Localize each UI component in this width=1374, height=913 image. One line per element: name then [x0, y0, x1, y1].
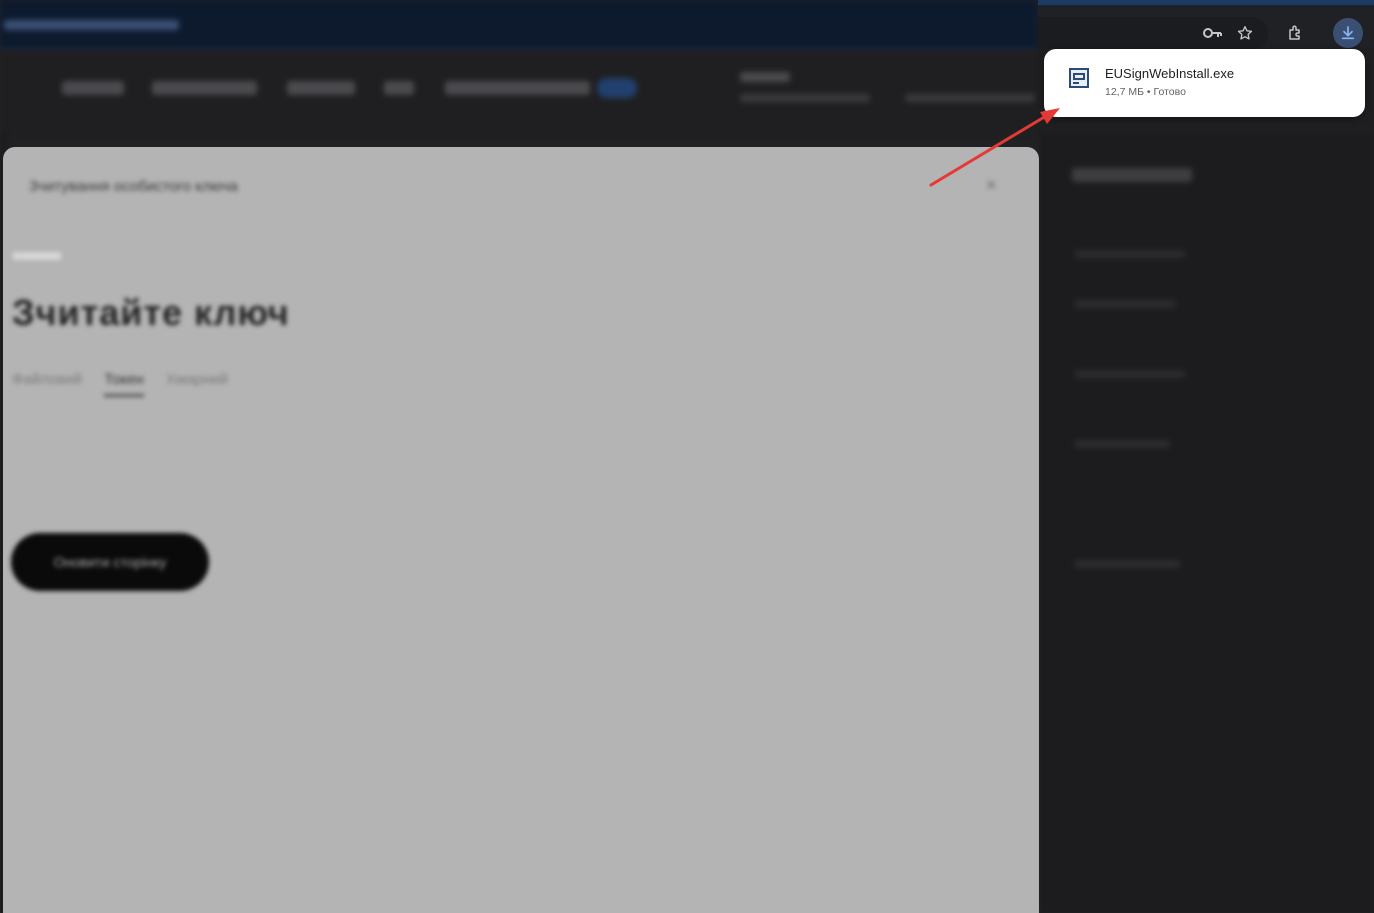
refresh-page-button[interactable]: Оновити сторінку	[11, 533, 209, 591]
step-subtext	[12, 248, 62, 262]
installer-file-icon	[1069, 68, 1089, 88]
instructions-text	[12, 406, 972, 503]
tab-file[interactable]: Файловий	[12, 371, 82, 397]
modal-content: Зчитування особистого ключа × Зчитайте к…	[0, 0, 1374, 913]
download-bubble[interactable]: EUSignWebInstall.exe 12,7 МБ • Готово	[1044, 49, 1365, 117]
close-icon[interactable]: ×	[986, 175, 997, 196]
download-icon[interactable]	[1333, 18, 1363, 48]
download-status: 12,7 МБ • Готово	[1105, 86, 1186, 98]
key-icon[interactable]	[1199, 19, 1227, 47]
tab-token[interactable]: Токен	[104, 371, 144, 397]
manual-link[interactable]	[12, 479, 972, 503]
download-link[interactable]	[12, 455, 972, 479]
key-type-tabs: Файловий Токен Хмарний	[12, 371, 228, 397]
tab-cloud[interactable]: Хмарний	[166, 371, 228, 397]
modal-title: Зчитування особистого ключа	[29, 178, 238, 195]
browser-toolbar	[1038, 0, 1374, 49]
extensions-icon[interactable]	[1282, 19, 1310, 47]
star-icon[interactable]	[1231, 19, 1259, 47]
download-file-name[interactable]: EUSignWebInstall.exe	[1105, 66, 1234, 81]
page-heading: Зчитайте ключ	[12, 292, 290, 333]
step-indicator	[12, 223, 16, 238]
